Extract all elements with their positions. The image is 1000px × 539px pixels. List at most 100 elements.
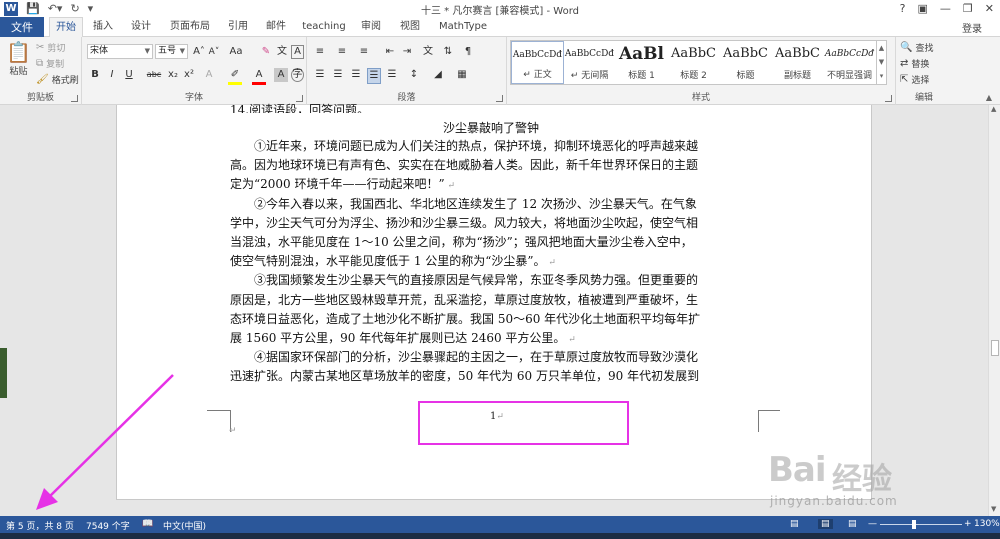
clear-formatting-icon[interactable]: ✎ bbox=[259, 45, 273, 59]
tab-view[interactable]: 视图 bbox=[393, 17, 427, 37]
align-left-icon[interactable]: ☰ bbox=[313, 68, 327, 82]
multilevel-list-icon[interactable]: ≡ bbox=[357, 45, 371, 59]
phonetic-guide-icon[interactable]: 文 bbox=[275, 45, 289, 59]
grow-font-button[interactable]: A˄ bbox=[192, 45, 206, 59]
ribbon-display-icon[interactable]: ▣ bbox=[918, 0, 928, 17]
scroll-down-icon[interactable]: ▼ bbox=[991, 505, 996, 513]
tab-home[interactable]: 开始 bbox=[49, 17, 83, 38]
style-name: 标题 2 bbox=[680, 71, 707, 81]
styles-launcher[interactable] bbox=[885, 95, 892, 102]
save-icon[interactable]: 💾 bbox=[26, 2, 40, 16]
font-group-label: 字体 bbox=[184, 93, 203, 103]
style-item[interactable]: AaBbC 副标题 bbox=[771, 41, 824, 84]
zoom-in-icon[interactable]: + bbox=[964, 519, 972, 529]
styles-gallery-scroll[interactable]: ▲ ▼ ▾ bbox=[877, 40, 887, 85]
style-preview: AaBbC bbox=[671, 46, 716, 61]
proofing-icon[interactable]: 📖 bbox=[142, 519, 153, 529]
scroll-up-icon[interactable]: ▲ bbox=[991, 105, 996, 113]
decrease-indent-icon[interactable]: ⇤ bbox=[383, 45, 397, 59]
replace-button[interactable]: ⇄ 替换 bbox=[900, 57, 929, 71]
strikethrough-button[interactable]: abc bbox=[144, 68, 164, 82]
style-item[interactable]: AaBbCcDđ 不明显强调 bbox=[823, 41, 876, 84]
align-right-icon[interactable]: ☰ bbox=[349, 68, 363, 82]
side-panel-handle[interactable] bbox=[0, 348, 7, 398]
show-marks-icon[interactable]: ¶ bbox=[461, 45, 475, 59]
tab-teaching[interactable]: teaching bbox=[300, 17, 348, 37]
style-item[interactable]: AaBbCcDđ ↵ 正文 bbox=[511, 41, 564, 84]
word-count[interactable]: 7549 个字 bbox=[86, 519, 130, 532]
zoom-level[interactable]: 130% bbox=[974, 519, 1000, 529]
document-line: ①近年来，环境问题已成为人们关注的热点，保护环境，抑制环境恶化的呼声越来越 bbox=[230, 138, 752, 154]
tab-review[interactable]: 审阅 bbox=[354, 17, 388, 37]
page-count[interactable]: 第 5 页，共 8 页 bbox=[6, 519, 74, 532]
shrink-font-button[interactable]: A˅ bbox=[207, 45, 221, 59]
scroll-thumb[interactable] bbox=[991, 340, 999, 356]
text-effects-icon[interactable]: A bbox=[202, 68, 216, 82]
style-item[interactable]: AaBbC 标题 2 bbox=[667, 41, 720, 84]
zoom-out-icon[interactable]: — bbox=[868, 519, 877, 529]
sign-in-link[interactable]: 登录 bbox=[962, 20, 982, 35]
help-button[interactable]: ? bbox=[900, 0, 906, 17]
select-icon: ⇱ bbox=[900, 73, 909, 85]
tab-mailings[interactable]: 邮件 bbox=[259, 17, 293, 37]
tab-file[interactable]: 文件 bbox=[0, 17, 44, 37]
find-button[interactable]: 🔍 查找 bbox=[900, 41, 933, 55]
highlight-icon[interactable]: ✐ bbox=[228, 68, 242, 85]
borders-icon[interactable]: ▦ bbox=[455, 68, 469, 82]
paragraph-launcher[interactable] bbox=[496, 95, 503, 102]
line-spacing-icon[interactable]: ↕ bbox=[407, 68, 421, 82]
cut-button[interactable]: ✂ 剪切 bbox=[36, 41, 65, 55]
char-shading-icon[interactable]: A bbox=[274, 68, 288, 82]
tab-insert[interactable]: 插入 bbox=[86, 17, 120, 37]
tab-design[interactable]: 设计 bbox=[124, 17, 158, 37]
paste-button[interactable]: 📋 粘贴 bbox=[6, 41, 31, 77]
minimize-icon[interactable]: — bbox=[940, 0, 951, 17]
close-icon[interactable]: ✕ bbox=[985, 0, 994, 17]
bold-button[interactable]: B bbox=[88, 68, 102, 82]
tab-page-layout[interactable]: 页面布局 bbox=[165, 17, 215, 37]
vertical-scrollbar[interactable]: ▲ ▼ bbox=[988, 105, 1000, 516]
style-item[interactable]: AaBbC 标题 bbox=[719, 41, 772, 84]
ribbon: 📋 粘贴 ✂ 剪切 ⧉ 复制 🖌 格式刷 剪贴板 宋体 ▼ 五号 ▼ A˄ A˅… bbox=[0, 37, 1000, 105]
redo-icon[interactable]: ↻ bbox=[70, 2, 79, 16]
read-mode-icon[interactable]: ▤ bbox=[790, 519, 799, 529]
shading-icon[interactable]: ◢ bbox=[431, 68, 445, 82]
collapse-ribbon-icon[interactable]: ▲ bbox=[986, 93, 992, 102]
select-button[interactable]: ⇱ 选择 bbox=[900, 73, 929, 87]
zoom-slider-thumb[interactable] bbox=[912, 520, 916, 529]
style-item[interactable]: AaBbCcDđ ↵ 无间隔 bbox=[563, 41, 616, 84]
font-launcher[interactable] bbox=[296, 95, 303, 102]
font-color-icon[interactable]: A bbox=[252, 68, 266, 85]
style-item[interactable]: AaBl 标题 1 bbox=[615, 41, 668, 84]
change-case-button[interactable]: Aa bbox=[226, 45, 246, 59]
font-size-select[interactable]: 五号 ▼ bbox=[155, 44, 188, 59]
print-layout-icon[interactable]: ▤ bbox=[818, 519, 833, 529]
superscript-button[interactable]: x² bbox=[182, 68, 196, 82]
align-center-icon[interactable]: ☰ bbox=[331, 68, 345, 82]
bullets-icon[interactable]: ≡ bbox=[313, 45, 327, 59]
customize-qat-icon[interactable]: ▾ bbox=[88, 2, 94, 16]
tab-mathtype[interactable]: MathType bbox=[434, 17, 492, 37]
tab-references[interactable]: 引用 bbox=[221, 17, 255, 37]
char-border-icon[interactable]: A bbox=[291, 45, 304, 59]
font-name-select[interactable]: 宋体 ▼ bbox=[87, 44, 153, 59]
numbering-icon[interactable]: ≡ bbox=[335, 45, 349, 59]
clipboard-launcher[interactable] bbox=[71, 95, 78, 102]
zoom-slider[interactable] bbox=[880, 524, 962, 525]
undo-icon[interactable]: ↶▾ bbox=[48, 2, 63, 16]
subscript-button[interactable]: x₂ bbox=[166, 68, 180, 82]
italic-button[interactable]: I bbox=[105, 68, 119, 82]
sort-icon[interactable]: ⇅ bbox=[441, 45, 455, 59]
maximize-icon[interactable]: ❐ bbox=[963, 0, 973, 17]
web-layout-icon[interactable]: ▤ bbox=[848, 519, 857, 529]
chinese-layout-icon[interactable]: 文 bbox=[421, 45, 435, 59]
editing-group-label: 编辑 bbox=[914, 93, 933, 103]
enclose-char-icon[interactable]: 字 bbox=[291, 68, 304, 82]
increase-indent-icon[interactable]: ⇥ bbox=[400, 45, 414, 59]
justify-icon[interactable]: ☰ bbox=[367, 68, 381, 84]
language-indicator[interactable]: 中文(中国) bbox=[163, 519, 206, 532]
copy-button[interactable]: ⧉ 复制 bbox=[36, 57, 64, 71]
underline-button[interactable]: U bbox=[122, 68, 136, 82]
format-painter-button[interactable]: 🖌 格式刷 bbox=[36, 73, 79, 87]
distributed-icon[interactable]: ☰ bbox=[385, 68, 399, 82]
